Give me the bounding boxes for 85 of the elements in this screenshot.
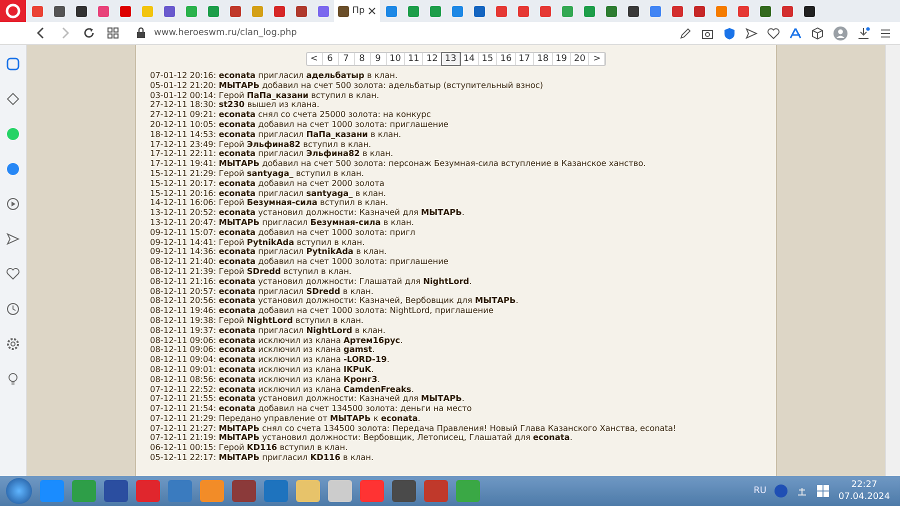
start-button[interactable]	[6, 478, 32, 504]
shield-icon[interactable]	[723, 26, 736, 40]
log-entry: 07-12-11 21:55: econata установил должности: Казначей для МЫТАРЬ.	[150, 394, 466, 404]
bulb-icon[interactable]	[6, 372, 20, 386]
log-entry: 15-12-11 20:17: econata добавил на счет 2000 золота	[150, 178, 386, 189]
download-icon[interactable]	[857, 26, 870, 40]
log-entry: 13-12-11 20:52: econata установил должности: Казначей для МЫТАРЬ.	[150, 208, 466, 218]
log-entry: 08-12-11 09:06: econata исключил из клана gamst.	[150, 345, 375, 356]
browser-tab[interactable]: Пр	[334, 0, 380, 22]
play-icon[interactable]	[6, 197, 20, 211]
page-link[interactable]: 19	[552, 53, 572, 65]
log-entry: 07-12-11 21:27: МЫТАРЬ снял со счета 134500 золота: Передача Правления! Новый Глава Казанского Ханства, econata!	[150, 424, 678, 434]
log-entry: 08-12-11 20:57: econata пригласил SDredd в клан.	[150, 286, 374, 296]
log-entry: 08-12-11 09:06: econata исключил из клана Артем16рус.	[150, 336, 404, 346]
reload-icon[interactable]	[82, 26, 96, 40]
log-entry: 05-01-12 21:20: МЫТАРЬ добавил на счет 500 золота: адельбатыр (вступительный взнос)	[150, 80, 544, 91]
browser-logo-icon[interactable]	[0, 0, 26, 22]
log-entry: 27-12-11 09:21: econata снял со счета 25000 золота: на конкурс	[150, 110, 432, 120]
edit-icon[interactable]	[679, 26, 692, 40]
log-entry: 07-12-11 21:54: econata добавил на счет 134500 золота: деньги на место	[150, 404, 473, 414]
clock[interactable]: 22:27 07.04.2024	[838, 479, 890, 503]
page-link[interactable]: 13	[442, 53, 460, 65]
vk-icon[interactable]	[6, 162, 20, 176]
log-entry: 08-12-11 09:04: econata исключил из клана -LORD-19.	[150, 355, 390, 365]
time: 22:27	[851, 479, 878, 491]
log-entry: 08-12-11 09:01: econata исключил из клана IKPuK.	[150, 364, 375, 375]
page-link[interactable]: 6	[322, 53, 338, 65]
log-entry: 05-12-11 22:17: МЫТАРЬ пригласил KD116 в клан.	[150, 453, 375, 463]
page-link[interactable]: 11	[404, 53, 424, 65]
log-entry: 14-12-11 16:06: Герой Безумная-сила вступил в клан.	[150, 198, 390, 208]
log-entry: 09-12-11 14:36: econata пригласил PytnikAda в клан.	[150, 247, 388, 258]
page-link[interactable]: <	[306, 53, 322, 65]
log-entry: 07-12-11 22:52: econata исключил из клана CamdenFreaks.	[150, 384, 415, 394]
log-entry: 07-12-11 21:29: Передано управление от МЫТАРЬ к econata.	[150, 414, 422, 424]
log-entry: 06-12-11 00:15: Герой KD116 вступил в клан.	[150, 443, 349, 454]
heart-icon[interactable]	[767, 26, 780, 40]
clock-icon[interactable]	[6, 302, 20, 316]
page-link[interactable]: 18	[534, 53, 553, 65]
page-link[interactable]: 15	[478, 53, 498, 65]
page-link[interactable]: 8	[354, 53, 370, 65]
log-entry: 08-12-11 19:37: econata пригласил NightLord в клан.	[150, 326, 386, 336]
page-link[interactable]: >	[589, 53, 606, 65]
send-icon[interactable]	[6, 232, 20, 246]
address-field[interactable]: www.heroeswm.ru/clan_log.php	[136, 27, 669, 39]
log-entry: 15-12-11 21:29: Герой santyaga_ вступил в клан.	[150, 168, 366, 179]
log-entry: 08-12-11 21:40: econata добавил на счет 1000 золота: приглашение	[150, 257, 450, 267]
log-entry: 15-12-11 20:16: econata пригласил santyaga_ в клан.	[150, 188, 387, 198]
log-entry: 08-12-11 19:46: econata добавил на счет 1000 золота: NightLord, приглашение	[150, 306, 495, 316]
menu-icon[interactable]	[879, 26, 892, 40]
log-entry: 20-12-11 10:05: econata добавил на счет 1000 золота: приглашение	[150, 120, 450, 130]
date: 07.04.2024	[838, 491, 890, 503]
log-entry: 08-12-11 21:16: econata установил должности: Глашатай для NightLord.	[150, 276, 473, 287]
close-icon[interactable]	[368, 7, 376, 15]
page-link[interactable]: 16	[497, 53, 516, 65]
log-entry: 17-12-11 19:41: МЫТАРЬ добавил на счет 500 золота: персонаж Безумная-сила вступление в Казанское ханство.	[150, 159, 647, 169]
scrollbar[interactable]	[885, 45, 900, 476]
home-icon[interactable]	[6, 57, 20, 71]
grid-icon[interactable]	[106, 26, 120, 40]
page-link[interactable]: 10	[386, 53, 405, 65]
star-icon[interactable]	[6, 92, 20, 106]
log-entry: 03-01-12 00:14: Герой ПаПа_казани вступил в клан.	[150, 90, 380, 100]
page-link[interactable]: 20	[571, 53, 590, 65]
log-entry: 07-12-11 21:19: МЫТАРЬ установил должности: Вербовщик, Летописец, Глашатай для econata.	[150, 433, 574, 444]
log-entry: 08-12-11 19:38: Герой NightLord вступил в клан.	[150, 316, 365, 326]
send-icon[interactable]	[745, 26, 758, 40]
log-entry: 07-01-12 20:16: econata пригласил адельбатыр в клан.	[150, 71, 399, 81]
log-entry: 13-12-11 20:47: МЫТАРЬ пригласил Безумная-сила в клан.	[150, 218, 415, 228]
log-entry: 17-12-11 22:11: econata пригласил Эльфина82 в клан.	[150, 149, 394, 160]
heart-icon[interactable]	[6, 267, 20, 281]
cube-icon[interactable]	[811, 26, 824, 40]
log-entry: 18-12-11 14:53: econata пригласил ПаПа_казани в клан.	[150, 130, 402, 140]
page-link[interactable]: 17	[516, 53, 534, 65]
page-link[interactable]: 9	[370, 53, 386, 65]
log-entry: 27-12-11 18:30: st230 вышел из клана.	[150, 100, 320, 110]
page-link[interactable]: 14	[460, 53, 479, 65]
log-entry: 17-12-11 23:49: Герой Эльфина82 вступил в клан.	[150, 140, 372, 150]
log-entry: 08-12-11 21:39: Герой SDredd вступил в клан.	[150, 266, 353, 277]
log-entry: 09-12-11 14:41: Герой PytnikAda вступил в клан.	[150, 238, 366, 248]
log-entry: 09-12-11 15:07: econata добавил на счет 1000 золота: пригл	[150, 228, 416, 238]
settings-icon[interactable]	[6, 337, 20, 351]
log-entry: 08-12-11 08:56: econata исключил из клана Кронг3.	[150, 374, 381, 384]
lock-icon	[136, 27, 146, 39]
page-link[interactable]: 7	[338, 53, 354, 65]
avatar-icon[interactable]	[833, 26, 848, 40]
log-entry: 08-12-11 20:56: econata установил должности: Казначей, Вербовщик для МЫТАРЬ.	[150, 296, 520, 306]
